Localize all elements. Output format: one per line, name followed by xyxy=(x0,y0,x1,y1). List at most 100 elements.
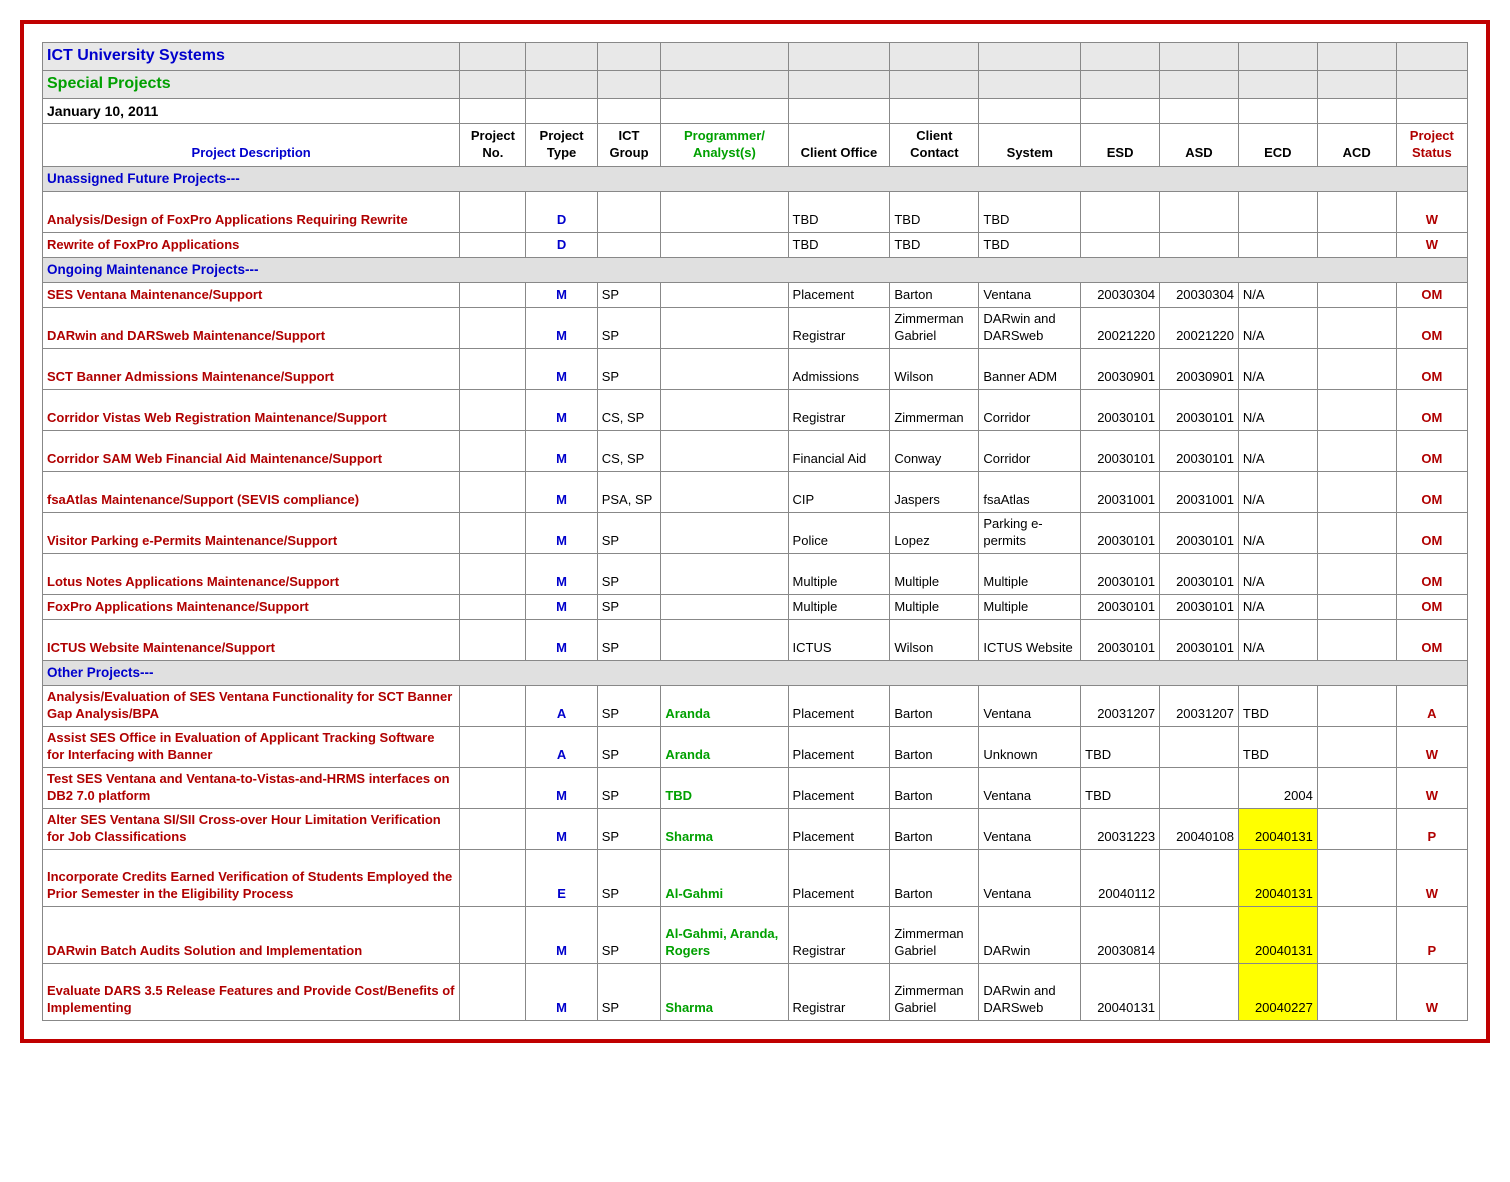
cell-contact: Barton xyxy=(890,808,979,849)
cell-ecd xyxy=(1238,191,1317,232)
cell-acd xyxy=(1317,963,1396,1020)
cell-prog: Aranda xyxy=(661,726,788,767)
cell-esd: TBD xyxy=(1081,726,1160,767)
cell-office: Registrar xyxy=(788,389,890,430)
report-subtitle: Special Projects xyxy=(43,70,460,98)
projects-table: ICT University SystemsSpecial ProjectsJa… xyxy=(42,42,1468,1021)
cell-status: OM xyxy=(1396,348,1467,389)
cell-desc: DARwin and DARSweb Maintenance/Support xyxy=(43,307,460,348)
cell-prog xyxy=(661,348,788,389)
cell-desc: Corridor SAM Web Financial Aid Maintenan… xyxy=(43,430,460,471)
cell-asd: 20031001 xyxy=(1160,471,1239,512)
header-prog: Programmer/ Analyst(s) xyxy=(661,123,788,166)
cell-acd xyxy=(1317,553,1396,594)
cell-group: PSA, SP xyxy=(597,471,661,512)
cell-asd xyxy=(1160,963,1239,1020)
cell-esd xyxy=(1081,232,1160,257)
cell-ptype: M xyxy=(526,348,597,389)
cell-desc: SCT Banner Admissions Maintenance/Suppor… xyxy=(43,348,460,389)
cell-status: A xyxy=(1396,685,1467,726)
cell-projno xyxy=(460,430,526,471)
cell-projno xyxy=(460,389,526,430)
cell-group: SP xyxy=(597,512,661,553)
cell-prog: TBD xyxy=(661,767,788,808)
cell-esd: 20030101 xyxy=(1081,512,1160,553)
cell-esd: 20021220 xyxy=(1081,307,1160,348)
cell-esd: 20031207 xyxy=(1081,685,1160,726)
cell-acd xyxy=(1317,389,1396,430)
cell-acd xyxy=(1317,726,1396,767)
cell-contact: Multiple xyxy=(890,594,979,619)
cell-prog: Al-Gahmi, Aranda, Rogers xyxy=(661,906,788,963)
cell-acd xyxy=(1317,307,1396,348)
cell-contact: Multiple xyxy=(890,553,979,594)
cell-ecd: N/A xyxy=(1238,471,1317,512)
cell-ptype: M xyxy=(526,906,597,963)
cell-status: OM xyxy=(1396,619,1467,660)
cell-system: Banner ADM xyxy=(979,348,1081,389)
cell-ecd: N/A xyxy=(1238,512,1317,553)
cell-projno xyxy=(460,849,526,906)
cell-desc: Visitor Parking e-Permits Maintenance/Su… xyxy=(43,512,460,553)
cell-contact: Lopez xyxy=(890,512,979,553)
cell-projno xyxy=(460,808,526,849)
table-row: Rewrite of FoxPro ApplicationsDTBDTBDTBD… xyxy=(43,232,1468,257)
cell-ecd: N/A xyxy=(1238,282,1317,307)
cell-ecd: 20040131 xyxy=(1238,849,1317,906)
cell-ecd: 20040131 xyxy=(1238,808,1317,849)
cell-acd xyxy=(1317,619,1396,660)
cell-office: Police xyxy=(788,512,890,553)
cell-ptype: A xyxy=(526,685,597,726)
cell-contact: Barton xyxy=(890,726,979,767)
header-group: ICT Group xyxy=(597,123,661,166)
cell-system: DARwin and DARSweb xyxy=(979,963,1081,1020)
cell-contact: Conway xyxy=(890,430,979,471)
cell-prog xyxy=(661,594,788,619)
cell-desc: Rewrite of FoxPro Applications xyxy=(43,232,460,257)
cell-desc: Lotus Notes Applications Maintenance/Sup… xyxy=(43,553,460,594)
cell-group: SP xyxy=(597,307,661,348)
cell-asd: 20030101 xyxy=(1160,553,1239,594)
cell-asd xyxy=(1160,726,1239,767)
cell-group: SP xyxy=(597,619,661,660)
cell-esd: 20030901 xyxy=(1081,348,1160,389)
table-row: Assist SES Office in Evaluation of Appli… xyxy=(43,726,1468,767)
cell-status: W xyxy=(1396,767,1467,808)
cell-desc: Analysis/Design of FoxPro Applications R… xyxy=(43,191,460,232)
cell-acd xyxy=(1317,685,1396,726)
table-row: Test SES Ventana and Ventana-to-Vistas-a… xyxy=(43,767,1468,808)
cell-status: OM xyxy=(1396,430,1467,471)
cell-office: Placement xyxy=(788,849,890,906)
cell-group: SP xyxy=(597,553,661,594)
cell-ptype: M xyxy=(526,963,597,1020)
cell-asd: 20030101 xyxy=(1160,512,1239,553)
cell-system: TBD xyxy=(979,232,1081,257)
header-contact: Client Contact xyxy=(890,123,979,166)
cell-esd: 20031223 xyxy=(1081,808,1160,849)
cell-ecd: TBD xyxy=(1238,726,1317,767)
cell-system: DARwin xyxy=(979,906,1081,963)
cell-contact: Barton xyxy=(890,767,979,808)
cell-esd: 20030101 xyxy=(1081,553,1160,594)
cell-projno xyxy=(460,348,526,389)
cell-ecd: N/A xyxy=(1238,430,1317,471)
table-row: Corridor SAM Web Financial Aid Maintenan… xyxy=(43,430,1468,471)
cell-acd xyxy=(1317,348,1396,389)
section-header: Other Projects--- xyxy=(43,660,1468,685)
cell-ptype: D xyxy=(526,232,597,257)
cell-group: SP xyxy=(597,808,661,849)
cell-asd xyxy=(1160,906,1239,963)
cell-ptype: M xyxy=(526,282,597,307)
table-row: Alter SES Ventana SI/SII Cross-over Hour… xyxy=(43,808,1468,849)
cell-acd xyxy=(1317,512,1396,553)
cell-ptype: M xyxy=(526,808,597,849)
table-row: Visitor Parking e-Permits Maintenance/Su… xyxy=(43,512,1468,553)
cell-contact: Barton xyxy=(890,685,979,726)
cell-ecd: N/A xyxy=(1238,553,1317,594)
cell-projno xyxy=(460,767,526,808)
cell-asd: 20030101 xyxy=(1160,619,1239,660)
cell-status: P xyxy=(1396,808,1467,849)
cell-ecd: 2004 xyxy=(1238,767,1317,808)
cell-group: SP xyxy=(597,685,661,726)
report-frame: ICT University SystemsSpecial ProjectsJa… xyxy=(20,20,1490,1043)
